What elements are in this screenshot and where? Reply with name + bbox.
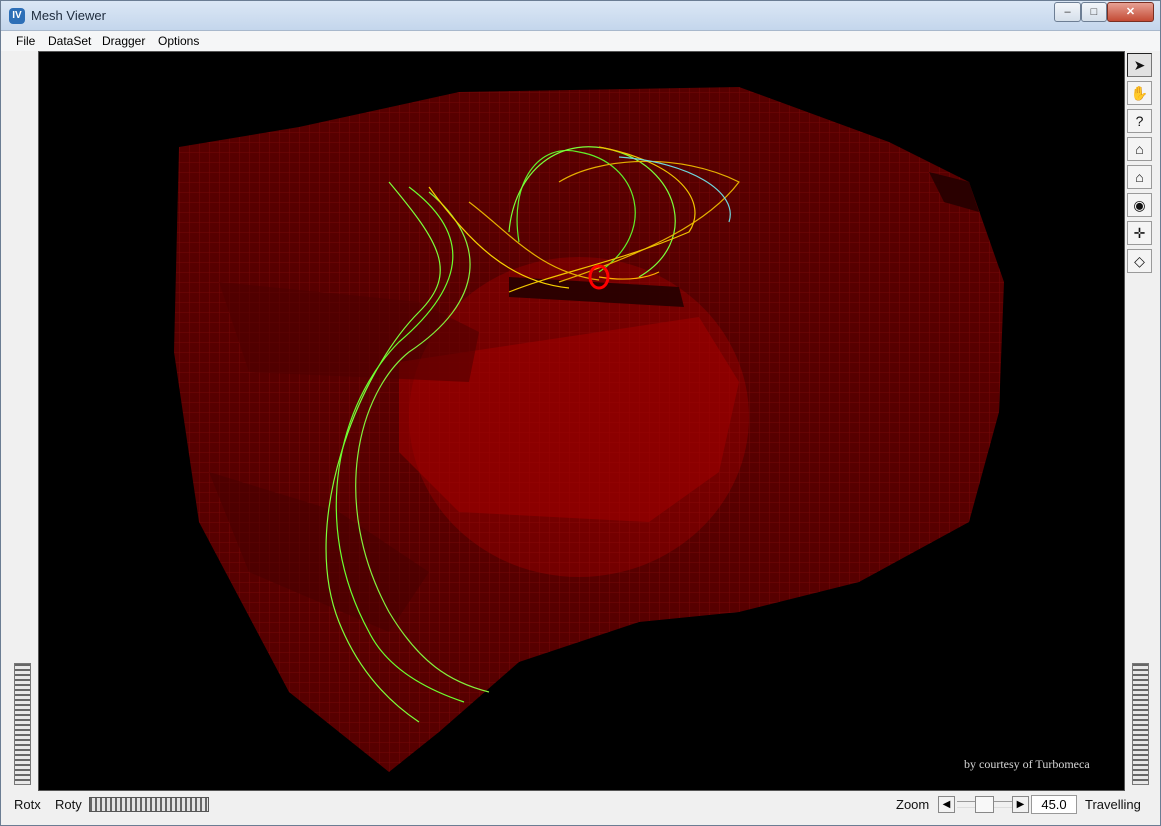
roty-label: Roty	[55, 797, 82, 812]
viewer-toolbar: ➤ ✋ ? ⌂ ⌂ ◉ ✛ ◇	[1127, 53, 1153, 277]
minimize-button[interactable]: –	[1054, 2, 1081, 22]
zoom-slider-thumb[interactable]	[975, 796, 994, 813]
bottom-controls: Rotx Roty Zoom ◀ ▶ 45.0 Travelling	[1, 793, 1160, 826]
window-title: Mesh Viewer	[31, 8, 106, 23]
select-arrow-icon[interactable]: ➤	[1127, 53, 1152, 77]
zoom-label: Zoom	[896, 797, 930, 812]
title-bar: IV Mesh Viewer – □ ✕	[1, 1, 1160, 31]
turbine-mesh	[174, 87, 1004, 772]
zoom-value[interactable]: 45.0	[1031, 795, 1077, 814]
menu-dataset[interactable]: DataSet	[48, 34, 91, 48]
3d-mesh-viewport[interactable]: by courtesy of Turbomeca	[38, 51, 1125, 791]
close-button[interactable]: ✕	[1107, 2, 1154, 22]
travelling-label: Travelling	[1085, 797, 1141, 812]
mesh-viewer-window: IV Mesh Viewer – □ ✕ File DataSet Dragge…	[0, 0, 1161, 826]
menu-file[interactable]: File	[16, 34, 35, 48]
app-icon: IV	[9, 8, 25, 24]
menu-options[interactable]: Options	[158, 34, 199, 48]
set-home-icon[interactable]: ⌂	[1127, 165, 1152, 189]
maximize-button[interactable]: □	[1081, 2, 1107, 22]
mesh-rendering	[174, 87, 1004, 772]
camera-projection-icon[interactable]: ◇	[1127, 249, 1152, 273]
menu-dragger[interactable]: Dragger	[102, 34, 145, 48]
home-icon[interactable]: ⌂	[1127, 137, 1152, 161]
courtesy-text: by courtesy of Turbomeca	[964, 757, 1090, 771]
view-all-icon[interactable]: ◉	[1127, 193, 1152, 217]
menu-bar: File DataSet Dragger Options	[1, 31, 1160, 51]
rotx-label: Rotx	[14, 797, 41, 812]
zoom-increase-button[interactable]: ▶	[1012, 796, 1029, 813]
dolly-thumbwheel[interactable]	[1132, 663, 1149, 785]
roty-thumbwheel[interactable]	[89, 797, 209, 812]
hand-icon[interactable]: ✋	[1127, 81, 1152, 105]
help-icon[interactable]: ?	[1127, 109, 1152, 133]
rotx-thumbwheel[interactable]	[14, 663, 31, 785]
seek-icon[interactable]: ✛	[1127, 221, 1152, 245]
zoom-decrease-button[interactable]: ◀	[938, 796, 955, 813]
